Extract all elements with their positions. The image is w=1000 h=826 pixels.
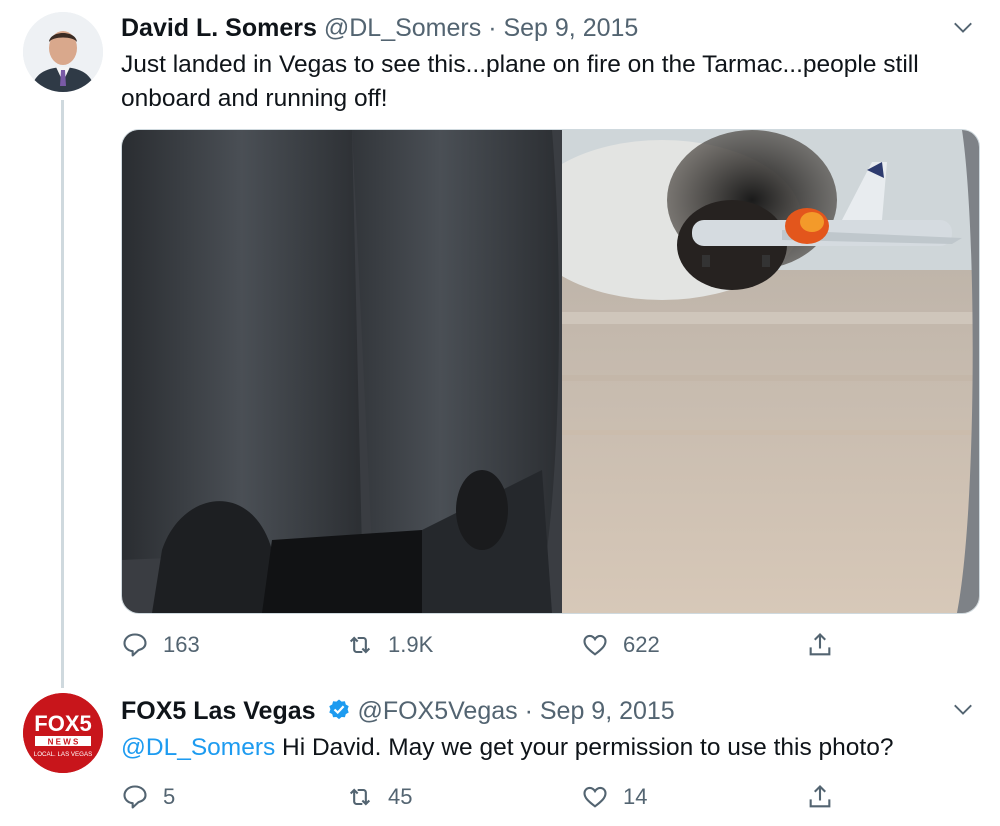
tweet-text: Just landed in Vegas to see this...plane… xyxy=(121,51,919,112)
tweet-1[interactable]: David L. Somers @DL_Somers · Sep 9, 2015… xyxy=(0,0,1000,688)
retweet-icon xyxy=(349,788,371,806)
separator: · xyxy=(488,14,497,42)
user-avatar-icon xyxy=(23,12,103,92)
heart-icon xyxy=(583,634,607,656)
tweet-actions: 5 45 14 xyxy=(121,777,881,817)
tweet-text: @DL_Somers Hi David. May we get your per… xyxy=(121,731,981,765)
tweet-header: FOX5 Las Vegas @FOX5Vegas · Sep 9, 2015 xyxy=(121,697,675,726)
mention-link[interactable]: @DL_Somers xyxy=(121,734,275,761)
reply-button[interactable]: 163 xyxy=(121,625,200,665)
retweet-count: 1.9K xyxy=(388,632,434,657)
tweet-photo[interactable] xyxy=(121,129,980,614)
avatar[interactable] xyxy=(23,12,103,92)
photo-icon xyxy=(122,130,979,613)
share-button[interactable] xyxy=(806,625,834,665)
share-button[interactable] xyxy=(806,777,834,817)
retweet-button[interactable]: 1.9K xyxy=(346,625,433,665)
logo-text-news: N E W S xyxy=(48,738,79,747)
retweet-button[interactable]: 45 xyxy=(346,777,412,817)
like-count: 622 xyxy=(623,632,660,657)
like-button[interactable]: 14 xyxy=(581,777,647,817)
separator: · xyxy=(524,697,533,725)
reply-count: 5 xyxy=(163,784,176,809)
logo-text-tagline: LOCAL. LAS VEGAS xyxy=(34,751,92,758)
retweet-icon xyxy=(349,636,371,654)
retweet-count: 45 xyxy=(388,784,413,809)
reply-text: Hi David. May we get your permission to … xyxy=(275,734,894,761)
like-button[interactable]: 622 xyxy=(581,625,660,665)
author-handle[interactable]: @FOX5Vegas xyxy=(357,697,517,725)
fox5-avatar[interactable]: FOX5 N E W S LOCAL. LAS VEGAS xyxy=(23,693,103,773)
reply-icon xyxy=(123,633,147,657)
tweet-date[interactable]: Sep 9, 2015 xyxy=(540,697,675,725)
tweet-actions: 163 1.9K 622 xyxy=(121,625,881,665)
reply-icon xyxy=(123,785,147,809)
tweet-date[interactable]: Sep 9, 2015 xyxy=(503,14,638,42)
share-icon xyxy=(809,633,831,656)
author-name[interactable]: FOX5 Las Vegas xyxy=(121,697,316,725)
author-name[interactable]: David L. Somers xyxy=(121,14,317,42)
tweet-header: David L. Somers @DL_Somers · Sep 9, 2015 xyxy=(121,14,638,43)
heart-icon xyxy=(583,786,607,808)
verified-badge-icon xyxy=(328,699,349,720)
chevron-down-icon[interactable] xyxy=(952,16,974,38)
like-count: 14 xyxy=(623,784,648,809)
chevron-down-icon[interactable] xyxy=(952,698,974,720)
reply-button[interactable]: 5 xyxy=(121,777,175,817)
author-handle[interactable]: @DL_Somers xyxy=(324,14,481,42)
logo-text-fox5: FOX5 xyxy=(34,711,91,736)
reply-count: 163 xyxy=(163,632,200,657)
fox5-logo-icon: FOX5 N E W S LOCAL. LAS VEGAS xyxy=(23,693,103,773)
thread-line xyxy=(61,100,64,688)
share-icon xyxy=(809,785,831,808)
